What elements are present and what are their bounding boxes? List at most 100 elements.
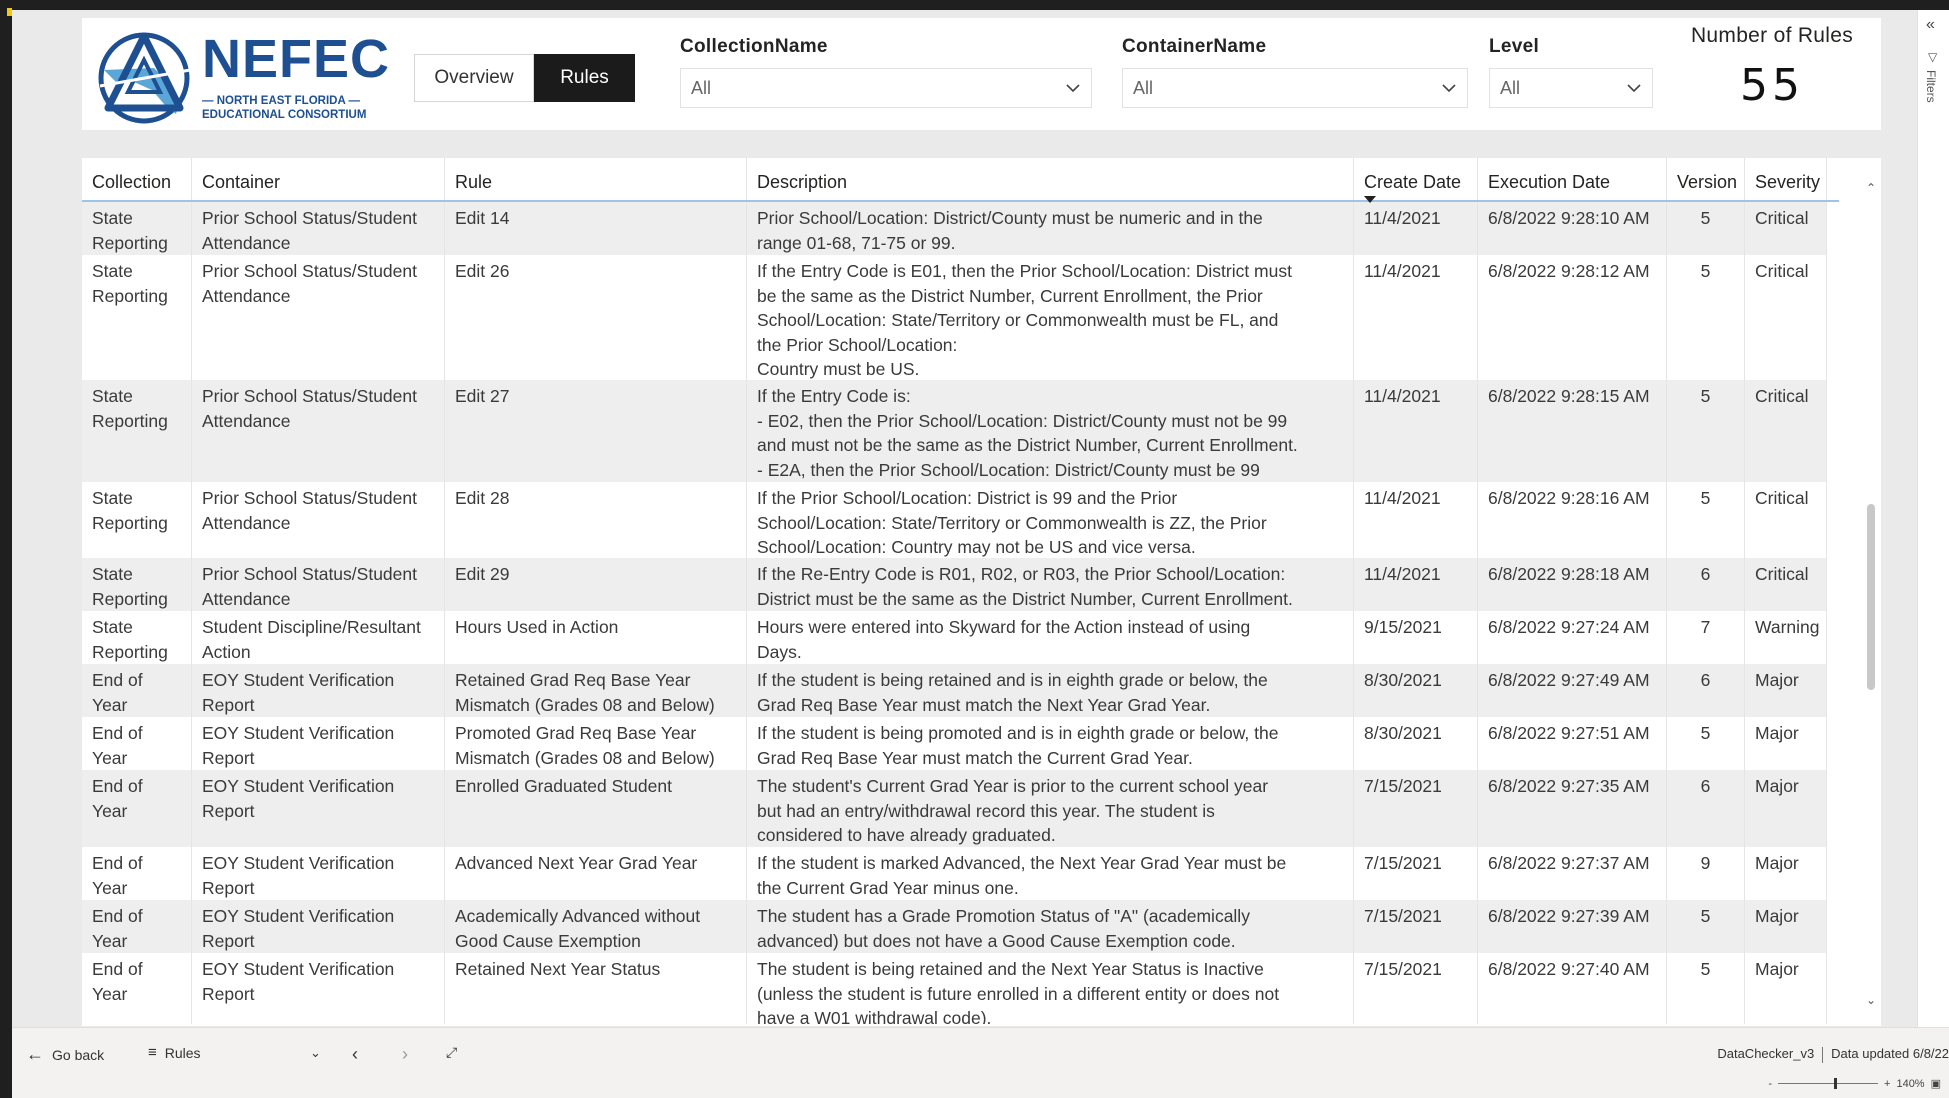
collection-name-dropdown[interactable]: All bbox=[680, 68, 1092, 108]
filters-pane[interactable]: « ▽ Filters bbox=[1917, 10, 1949, 1027]
next-page-button[interactable]: › bbox=[402, 1044, 408, 1065]
cell-rule: Advanced Next Year Grad Year bbox=[445, 847, 747, 900]
table-row[interactable]: End of Year EOY Student Verification Repo… bbox=[82, 900, 1827, 953]
table-row[interactable]: State Reporting Prior School Status/Stude… bbox=[82, 482, 1827, 558]
cell-version: 5 bbox=[1667, 717, 1745, 770]
cell-collection: End of Year bbox=[82, 770, 192, 847]
fit-to-page-button[interactable]: ⤢ bbox=[446, 1044, 457, 1061]
column-header-collection[interactable]: Collection bbox=[82, 158, 192, 200]
cell-severity: Critical bbox=[1745, 380, 1827, 482]
cell-container: Prior School Status/Student Attendance bbox=[192, 482, 445, 558]
collapse-pane-icon[interactable]: « bbox=[1926, 16, 1935, 34]
cell-severity: Major bbox=[1745, 717, 1827, 770]
column-header-rule[interactable]: Rule bbox=[445, 158, 747, 200]
zoom-slider[interactable] bbox=[1778, 1078, 1879, 1089]
zoom-slider-knob[interactable] bbox=[1834, 1078, 1838, 1089]
cell-description: If the student is being retained and is … bbox=[747, 664, 1354, 717]
zoom-out-button[interactable]: - bbox=[1768, 1078, 1772, 1090]
chevron-down-icon bbox=[1066, 84, 1080, 93]
collection-name-value: All bbox=[691, 77, 712, 98]
cell-description: Prior School/Location: District/County m… bbox=[747, 202, 1354, 255]
go-back-button[interactable]: ← Go back bbox=[26, 1044, 104, 1065]
table-row[interactable]: State Reporting Prior School Status/Stude… bbox=[82, 255, 1827, 380]
cell-create-date: 11/4/2021 bbox=[1354, 558, 1478, 611]
vertical-scrollbar[interactable]: ⌃ ⌄ bbox=[1863, 158, 1879, 1026]
cell-execution-date: 6/8/2022 9:28:18 AM bbox=[1478, 558, 1667, 611]
table-row[interactable]: End of Year EOY Student Verification Repo… bbox=[82, 953, 1827, 1024]
table-row[interactable]: State Reporting Prior School Status/Stude… bbox=[82, 202, 1827, 255]
cell-create-date: 11/4/2021 bbox=[1354, 255, 1478, 380]
table-row[interactable]: End of Year EOY Student Verification Repo… bbox=[82, 717, 1827, 770]
level-slicer: Level All bbox=[1489, 36, 1653, 108]
table-row[interactable]: End of Year EOY Student Verification Repo… bbox=[82, 847, 1827, 900]
cell-execution-date: 6/8/2022 9:28:16 AM bbox=[1478, 482, 1667, 558]
column-header-severity[interactable]: Severity bbox=[1745, 158, 1827, 200]
level-dropdown[interactable]: All bbox=[1489, 68, 1653, 108]
scroll-down-icon[interactable]: ⌄ bbox=[1865, 994, 1877, 1006]
zoom-control: - + 140% ▣ bbox=[1768, 1077, 1941, 1091]
cell-execution-date: 6/8/2022 9:28:10 AM bbox=[1478, 202, 1667, 255]
cell-version: 6 bbox=[1667, 558, 1745, 611]
cell-execution-date: 6/8/2022 9:27:37 AM bbox=[1478, 847, 1667, 900]
cell-collection: End of Year bbox=[82, 953, 192, 1024]
column-header-container[interactable]: Container bbox=[192, 158, 445, 200]
column-header-create-date[interactable]: Create Date bbox=[1354, 158, 1478, 203]
cell-create-date: 11/4/2021 bbox=[1354, 380, 1478, 482]
cell-execution-date: 6/8/2022 9:27:40 AM bbox=[1478, 953, 1667, 1024]
rules-button[interactable]: Rules bbox=[534, 54, 635, 102]
cell-version: 5 bbox=[1667, 202, 1745, 255]
overview-button[interactable]: Overview bbox=[414, 54, 534, 102]
cell-create-date: 7/15/2021 bbox=[1354, 953, 1478, 1024]
container-name-slicer: ContainerName All bbox=[1122, 36, 1468, 108]
menu-lines-icon: ≡ bbox=[148, 1044, 157, 1061]
page-selector-label: Rules bbox=[164, 1044, 201, 1061]
scroll-up-icon[interactable]: ⌃ bbox=[1865, 182, 1877, 194]
chevron-down-icon bbox=[1627, 84, 1641, 93]
header-card: NEFEC — NORTH EAST FLORIDA — EDUCATIONAL… bbox=[82, 18, 1881, 130]
previous-page-button[interactable]: ‹ bbox=[352, 1044, 358, 1065]
fit-screen-icon[interactable]: ▣ bbox=[1931, 1077, 1941, 1090]
logo-emblem-icon bbox=[98, 32, 191, 124]
cell-container: EOY Student Verification Report bbox=[192, 953, 445, 1024]
cell-severity: Major bbox=[1745, 770, 1827, 847]
cell-container: Prior School Status/Student Attendance bbox=[192, 202, 445, 255]
logo-brand-text: NEFEC bbox=[202, 29, 391, 89]
cell-version: 6 bbox=[1667, 664, 1745, 717]
level-value: All bbox=[1500, 77, 1521, 98]
cell-severity: Critical bbox=[1745, 558, 1827, 611]
cell-description: Hours were entered into Skyward for the … bbox=[747, 611, 1354, 664]
cell-description: If the Entry Code is: - E02, then the Pr… bbox=[747, 380, 1354, 482]
rule-count-label: Number of Rules bbox=[1690, 24, 1854, 47]
cell-severity: Major bbox=[1745, 664, 1827, 717]
window-left-bar bbox=[0, 0, 12, 1098]
cell-rule: Retained Grad Req Base Year Mismatch (Gr… bbox=[445, 664, 747, 717]
cell-create-date: 9/15/2021 bbox=[1354, 611, 1478, 664]
go-back-label: Go back bbox=[52, 1046, 105, 1063]
cell-container: EOY Student Verification Report bbox=[192, 770, 445, 847]
collection-name-label: CollectionName bbox=[680, 36, 828, 57]
column-header-version[interactable]: Version bbox=[1667, 158, 1745, 200]
table-row[interactable]: State Reporting Prior School Status/Stude… bbox=[82, 380, 1827, 482]
cell-description: If the Prior School/Location: District i… bbox=[747, 482, 1354, 558]
cell-severity: Major bbox=[1745, 847, 1827, 900]
chevron-down-icon bbox=[1442, 84, 1456, 93]
cell-create-date: 8/30/2021 bbox=[1354, 717, 1478, 770]
table-row[interactable]: End of Year EOY Student Verification Repo… bbox=[82, 664, 1827, 717]
zoom-in-button[interactable]: + bbox=[1884, 1078, 1890, 1090]
cell-rule: Edit 14 bbox=[445, 202, 747, 255]
cell-create-date: 11/4/2021 bbox=[1354, 202, 1478, 255]
column-header-description[interactable]: Description bbox=[747, 158, 1354, 200]
cell-severity: Critical bbox=[1745, 255, 1827, 380]
column-header-execution-date[interactable]: Execution Date bbox=[1478, 158, 1667, 200]
scrollbar-thumb[interactable] bbox=[1867, 504, 1875, 690]
table-row[interactable]: State Reporting Student Discipline/Result… bbox=[82, 611, 1827, 664]
table-row[interactable]: End of Year EOY Student Verification Repo… bbox=[82, 770, 1827, 847]
table-row[interactable]: State Reporting Prior School Status/Stude… bbox=[82, 558, 1827, 611]
page-selector[interactable]: ≡ Rules ⌄ bbox=[148, 1044, 321, 1061]
cell-collection: State Reporting bbox=[82, 380, 192, 482]
container-name-dropdown[interactable]: All bbox=[1122, 68, 1468, 108]
cell-description: If the student is being promoted and is … bbox=[747, 717, 1354, 770]
cell-container: Prior School Status/Student Attendance bbox=[192, 255, 445, 380]
logo-subtitle: — NORTH EAST FLORIDA — EDUCATIONAL CONSO… bbox=[202, 94, 366, 122]
cell-container: EOY Student Verification Report bbox=[192, 900, 445, 953]
